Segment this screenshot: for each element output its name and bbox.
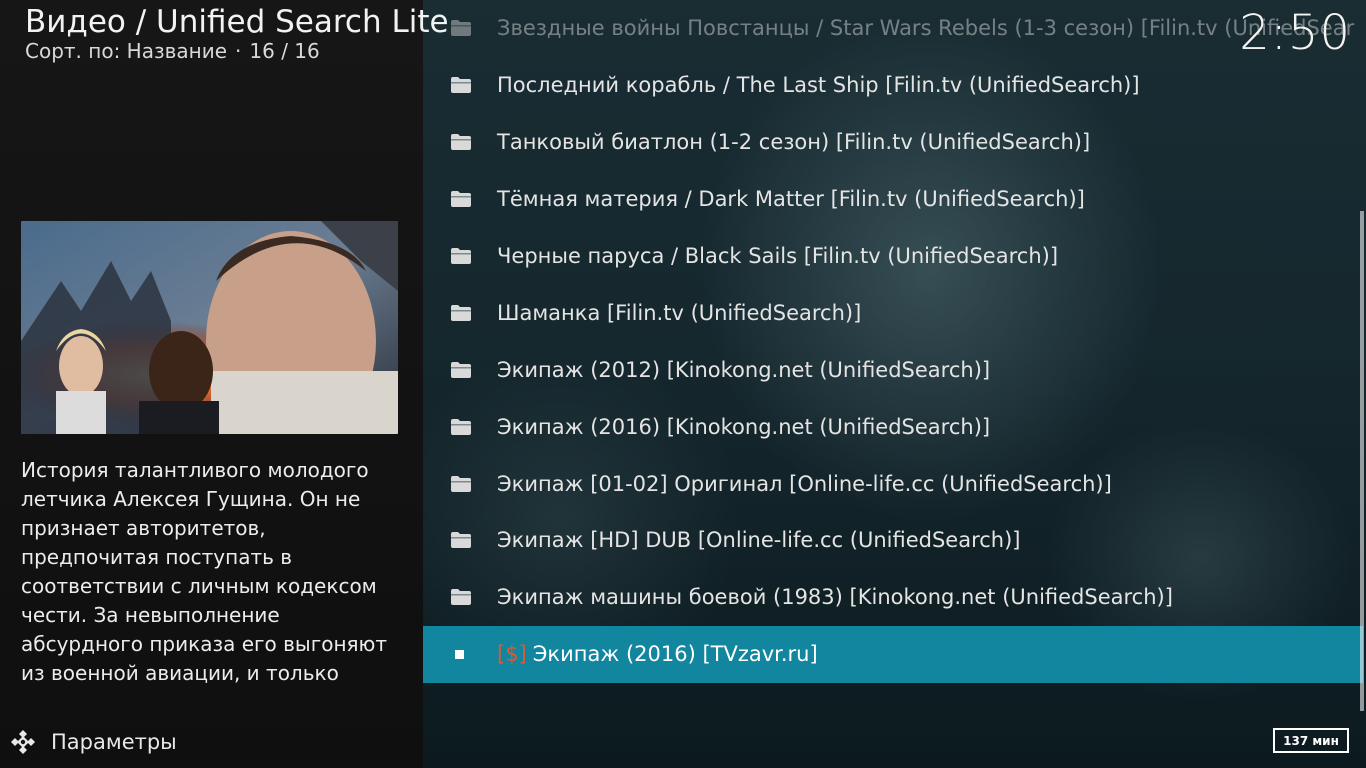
folder-icon [451, 476, 471, 492]
list-item-selected[interactable]: [$] Экипаж (2016) [TVzavr.ru] [423, 626, 1363, 683]
folder-icon [451, 532, 471, 548]
list-item[interactable]: Тёмная материя / Dark Matter [Filin.tv (… [423, 171, 1363, 228]
list-item-label: Черные паруса / Black Sails [Filin.tv (U… [497, 244, 1059, 268]
list-item-label: Экипаж машины боевой (1983) [Kinokong.ne… [497, 585, 1173, 609]
file-list: Звездные войны Повстанцы / Star Wars Reb… [423, 0, 1363, 768]
list-item[interactable]: Экипаж [01-02] Оригинал [Online-life.cc … [423, 456, 1363, 513]
bullet-icon [455, 650, 464, 659]
folder-icon [451, 191, 471, 207]
list-item-label: Последний корабль / The Last Ship [Filin… [497, 73, 1140, 97]
list-item[interactable]: Шаманка [Filin.tv (UnifiedSearch)] [423, 285, 1363, 342]
settings-button[interactable]: Параметры [10, 726, 177, 758]
list-item[interactable]: Экипаж (2012) [Kinokong.net (UnifiedSear… [423, 342, 1363, 399]
plot-description: История талантливого молодого летчика Ал… [21, 458, 388, 685]
sort-info[interactable]: Сорт. по: Название · 16 / 16 [25, 39, 320, 63]
folder-icon [451, 20, 471, 36]
list-item[interactable]: Танковый биатлон (1-2 сезон) [Filin.tv (… [423, 114, 1363, 171]
clock: 2:50 [1239, 5, 1351, 61]
settings-gear-icon [11, 730, 35, 754]
list-item[interactable]: Последний корабль / The Last Ship [Filin… [423, 57, 1363, 114]
folder-icon [451, 248, 471, 264]
folder-icon [451, 305, 471, 321]
folder-icon [451, 419, 471, 435]
list-item-label: Звездные войны Повстанцы / Star Wars Reb… [497, 16, 1355, 40]
folder-icon [451, 77, 471, 93]
item-position: 16 / 16 [249, 39, 320, 63]
settings-label: Параметры [51, 730, 177, 754]
list-scrollbar[interactable] [1360, 211, 1364, 711]
list-item[interactable]: Черные паруса / Black Sails [Filin.tv (U… [423, 228, 1363, 285]
paid-tag: [$] [497, 642, 527, 666]
list-item-label: Экипаж (2012) [Kinokong.net (UnifiedSear… [497, 358, 991, 382]
list-item-label: Экипаж [01-02] Оригинал [Online-life.cc … [497, 472, 1112, 496]
poster-image [21, 221, 398, 434]
info-panel: Видео / Unified Search Lite Сорт. по: На… [0, 0, 449, 768]
list-item[interactable]: Экипаж [HD] DUB [Online-life.cc (Unified… [423, 512, 1363, 569]
list-item-label: [$] Экипаж (2016) [TVzavr.ru] [497, 626, 818, 683]
list-item[interactable]: Экипаж машины боевой (1983) [Kinokong.ne… [423, 569, 1363, 626]
duration-badge: 137 мин [1273, 728, 1349, 753]
folder-icon [451, 134, 471, 150]
list-item-label: Тёмная материя / Dark Matter [Filin.tv (… [497, 187, 1085, 211]
page-title: Видео / Unified Search Lite [25, 4, 449, 40]
list-item-label: Экипаж [HD] DUB [Online-life.cc (Unified… [497, 528, 1021, 552]
list-item-label: Шаманка [Filin.tv (UnifiedSearch)] [497, 301, 862, 325]
list-item-label: Экипаж (2016) [Kinokong.net (UnifiedSear… [497, 415, 991, 439]
list-item[interactable]: Экипаж (2016) [Kinokong.net (UnifiedSear… [423, 399, 1363, 456]
list-item-title: Экипаж (2016) [TVzavr.ru] [532, 642, 818, 666]
sort-label: Сорт. по: Название [25, 39, 228, 63]
folder-icon [451, 362, 471, 378]
separator: · [235, 39, 242, 63]
folder-icon [451, 589, 471, 605]
list-item[interactable]: Звездные войны Повстанцы / Star Wars Reb… [423, 0, 1363, 57]
list-item-label: Танковый биатлон (1-2 сезон) [Filin.tv (… [497, 130, 1091, 154]
